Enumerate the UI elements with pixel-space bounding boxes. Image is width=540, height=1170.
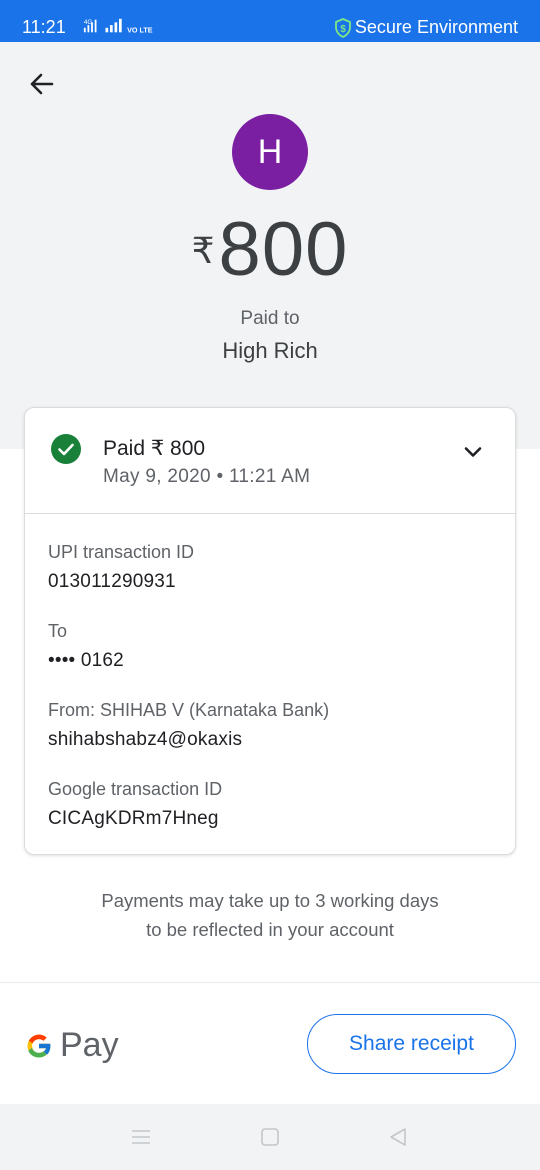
notice-line-2: to be reflected in your account [146, 919, 394, 940]
volte-label: VO LTE [127, 25, 153, 34]
sender-row: From: SHIHAB V (Karnataka Bank) shihabsh… [48, 700, 329, 751]
secure-environment-label: Secure Environment [354, 17, 518, 37]
detail-label: Google transaction ID [48, 779, 223, 799]
detail-label: To [48, 621, 68, 641]
google-pay-wordmark: Pay [60, 1026, 119, 1064]
upi-transaction-id-row: UPI transaction ID 013011290931 [48, 542, 194, 593]
footer-divider [0, 982, 540, 983]
system-navigation-bar [0, 1104, 540, 1170]
back-triangle-icon[interactable] [387, 1126, 409, 1148]
menu-icon[interactable] [130, 1126, 152, 1148]
payee-name: High Rich [222, 338, 318, 363]
transaction-details-card: Paid ₹ 800 May 9, 2020 • 11:21 AM UPI tr… [24, 407, 516, 855]
home-icon[interactable] [259, 1126, 281, 1148]
upi-transaction-id: 013011290931 [48, 571, 176, 592]
secure-environment-indicator: $ Secure Environment [335, 17, 518, 38]
svg-text:$: $ [340, 24, 346, 35]
payee-avatar: H [232, 114, 308, 190]
google-g-icon [27, 1034, 52, 1057]
recipient-account: •••• 0162 [48, 650, 124, 671]
chevron-down-icon[interactable] [461, 440, 485, 464]
payment-status: Paid ₹ 800 [103, 437, 206, 460]
sender-upi-id: shihabshabz4@okaxis [48, 729, 243, 750]
transaction-summary[interactable]: Paid ₹ 800 May 9, 2020 • 11:21 AM [25, 408, 515, 514]
google-transaction-id: CICAgKDRm7Hneg [48, 808, 219, 829]
detail-label: UPI transaction ID [48, 542, 195, 562]
check-circle-icon [51, 434, 81, 464]
shield-dollar-icon: $ [335, 17, 351, 38]
processing-notice: Payments may take up to 3 working days t… [0, 886, 540, 944]
signal-icon: 4G VO LTE [83, 18, 153, 34]
currency-symbol: ₹ [191, 230, 215, 271]
status-bar: 11:21 4G VO LTE $ Secure Environment [0, 0, 540, 42]
payment-datetime: May 9, 2020 • 11:21 AM [103, 466, 311, 487]
back-arrow-icon[interactable] [26, 68, 58, 100]
google-transaction-id-row: Google transaction ID CICAgKDRm7Hneg [48, 779, 222, 830]
detail-label: From: SHIHAB V (Karnataka Bank) [48, 700, 330, 720]
share-receipt-button[interactable]: Share receipt [307, 1014, 516, 1074]
payment-amount: ₹800 [0, 206, 540, 293]
recipient-row: To •••• 0162 [48, 621, 124, 672]
notice-line-1: Payments may take up to 3 working days [101, 890, 439, 911]
status-time: 11:21 [22, 17, 66, 37]
amount-value: 800 [218, 207, 349, 292]
google-pay-logo: Pay [24, 1026, 119, 1065]
paid-to-label: Paid to [240, 308, 300, 329]
